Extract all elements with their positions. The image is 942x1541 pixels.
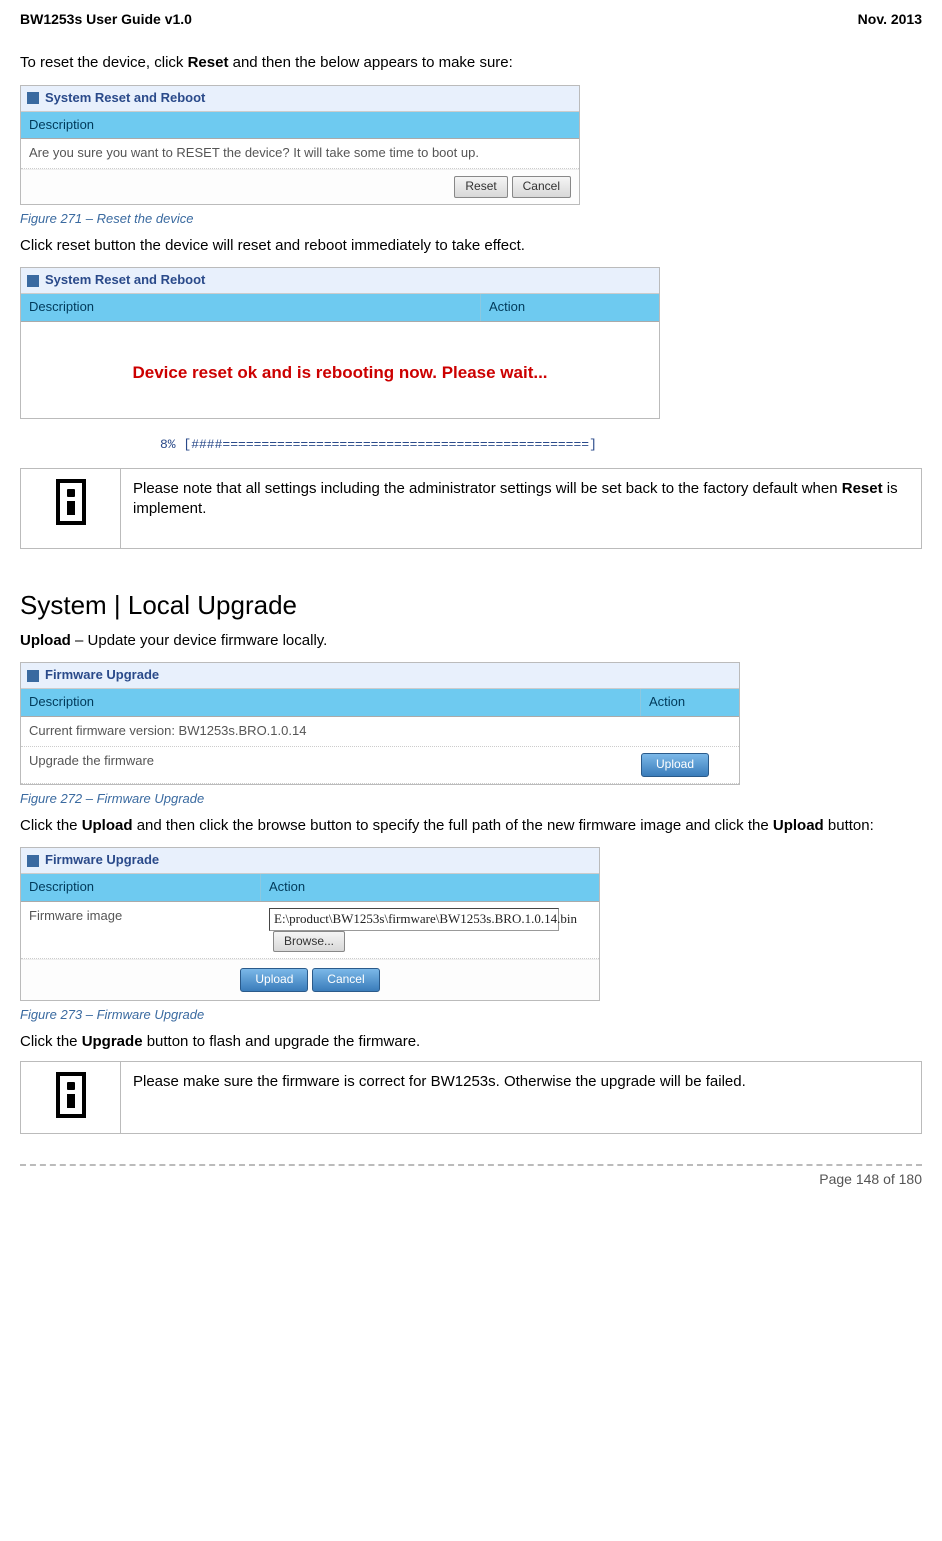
- col-action: Action: [641, 689, 739, 716]
- figure-caption-273: Figure 273 – Firmware Upgrade: [20, 1007, 922, 1024]
- panel-icon: [27, 670, 39, 682]
- note-text: Please note that all settings including …: [121, 469, 922, 549]
- panel-icon: [27, 855, 39, 867]
- cell-action: Upload: [633, 747, 739, 783]
- cell-action: E:\product\BW1253s\firmware\BW1253s.BRO.…: [261, 902, 599, 958]
- page-footer: Page 148 of 180: [20, 1164, 922, 1188]
- table-row: Upgrade the firmware Upload: [21, 747, 739, 784]
- col-description: Description: [21, 112, 579, 139]
- button-row: Upload Cancel: [21, 959, 599, 1000]
- col-description: Description: [21, 689, 641, 716]
- info-icon-cell: [21, 1062, 121, 1133]
- reboot-message: Device reset ok and is rebooting now. Pl…: [21, 342, 659, 410]
- col-description: Description: [21, 874, 261, 901]
- text: button:: [824, 817, 874, 834]
- firmware-version-text: Current firmware version: BW1253s.BRO.1.…: [21, 717, 739, 746]
- page-number: Page 148 of 180: [819, 1171, 922, 1187]
- screenshot-firmware-upgrade: Firmware Upgrade Description Action Curr…: [20, 662, 740, 784]
- info-icon-cell: [21, 469, 121, 549]
- upgrade-firmware-label: Upgrade the firmware: [21, 747, 633, 783]
- table-header: Description Action: [21, 689, 739, 717]
- text: – Update your device firmware locally.: [71, 632, 328, 649]
- text-bold: Upgrade: [82, 1033, 143, 1050]
- panel-title-text: Firmware Upgrade: [45, 852, 159, 869]
- upload-button[interactable]: Upload: [240, 968, 308, 992]
- note-box-1: Please note that all settings including …: [20, 468, 922, 549]
- doc-date: Nov. 2013: [858, 10, 922, 28]
- paragraph-upload-steps: Click the Upload and then click the brow…: [20, 816, 922, 836]
- text: Click the: [20, 817, 82, 834]
- reset-button[interactable]: Reset: [454, 176, 507, 198]
- panel-title: System Reset and Reboot: [21, 86, 579, 112]
- text-bold: Upload: [20, 632, 71, 649]
- upload-button[interactable]: Upload: [641, 753, 709, 777]
- text-bold: Reset: [188, 54, 229, 71]
- firmware-path-input[interactable]: E:\product\BW1253s\firmware\BW1253s.BRO.…: [269, 908, 559, 931]
- panel-icon: [27, 275, 39, 287]
- text-bold: Upload: [773, 817, 824, 834]
- col-action: Action: [261, 874, 599, 901]
- note-box-2: Please make sure the firmware is correct…: [20, 1061, 922, 1133]
- doc-title: BW1253s User Guide v1.0: [20, 10, 192, 28]
- table-row: Current firmware version: BW1253s.BRO.1.…: [21, 717, 739, 747]
- screenshot-rebooting: System Reset and Reboot Description Acti…: [20, 267, 660, 419]
- cancel-button[interactable]: Cancel: [512, 176, 571, 198]
- text-bold: Reset: [842, 480, 883, 497]
- paragraph-reset-effect: Click reset button the device will reset…: [20, 236, 922, 256]
- figure-caption-272: Figure 272 – Firmware Upgrade: [20, 791, 922, 808]
- table-header: Description: [21, 112, 579, 140]
- info-icon: [56, 479, 86, 525]
- table-header: Description Action: [21, 874, 599, 902]
- spacer: [21, 322, 659, 342]
- section-heading: System | Local Upgrade: [20, 589, 922, 623]
- reset-confirm-msg: Are you sure you want to RESET the devic…: [21, 139, 579, 168]
- text: and then click the browse button to spec…: [133, 817, 773, 834]
- cancel-button[interactable]: Cancel: [312, 968, 379, 992]
- progress-text: 8% [####================================…: [160, 437, 922, 454]
- panel-title: Firmware Upgrade: [21, 848, 599, 874]
- info-icon: [56, 1072, 86, 1118]
- paragraph-upgrade-action: Click the Upgrade button to flash and up…: [20, 1032, 922, 1052]
- panel-icon: [27, 92, 39, 104]
- col-description: Description: [21, 294, 481, 321]
- col-action: Action: [481, 294, 659, 321]
- text: and then the below appears to make sure:: [228, 54, 512, 71]
- panel-title-text: Firmware Upgrade: [45, 667, 159, 684]
- panel-title-text: System Reset and Reboot: [45, 90, 205, 107]
- paragraph-upload-intro: Upload – Update your device firmware loc…: [20, 631, 922, 651]
- text: To reset the device, click: [20, 54, 188, 71]
- note-text: Please make sure the firmware is correct…: [121, 1062, 922, 1133]
- table-row: Are you sure you want to RESET the devic…: [21, 139, 579, 169]
- screenshot-reset-confirm: System Reset and Reboot Description Are …: [20, 85, 580, 205]
- figure-caption-271: Figure 271 – Reset the device: [20, 211, 922, 228]
- screenshot-firmware-browse: Firmware Upgrade Description Action Firm…: [20, 847, 600, 1001]
- table-row: Firmware image E:\product\BW1253s\firmwa…: [21, 902, 599, 959]
- text: Please note that all settings including …: [133, 480, 842, 497]
- spacer: [21, 410, 659, 418]
- panel-title-text: System Reset and Reboot: [45, 272, 205, 289]
- text: Click the: [20, 1033, 82, 1050]
- paragraph-intro1: To reset the device, click Reset and the…: [20, 53, 922, 73]
- panel-title: Firmware Upgrade: [21, 663, 739, 689]
- page-header: BW1253s User Guide v1.0 Nov. 2013: [20, 10, 922, 28]
- panel-title: System Reset and Reboot: [21, 268, 659, 294]
- text-bold: Upload: [82, 817, 133, 834]
- button-row: Reset Cancel: [21, 169, 579, 204]
- table-header: Description Action: [21, 294, 659, 322]
- browse-button[interactable]: Browse...: [273, 931, 345, 953]
- firmware-image-label: Firmware image: [21, 902, 261, 958]
- text: button to flash and upgrade the firmware…: [143, 1033, 421, 1050]
